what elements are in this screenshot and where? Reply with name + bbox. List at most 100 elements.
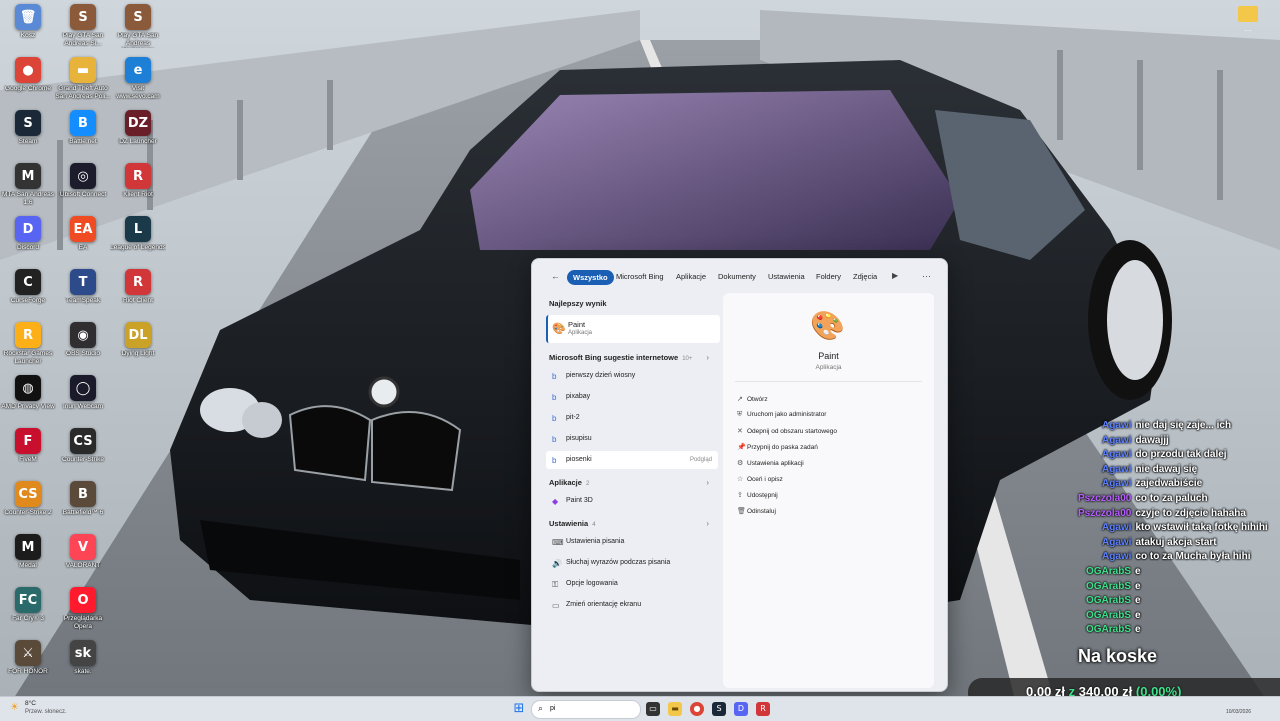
google-chrome-icon: ● xyxy=(15,57,41,83)
riot-client-icon[interactable]: R xyxy=(756,702,770,716)
tab-microsoft-bing[interactable]: Microsoft Bing xyxy=(616,272,664,281)
bing-suggestion-pierwszy-dzien-wiosny[interactable]: b pierwszy dzień wiosny xyxy=(546,367,718,385)
desktop-icon-play-gta-san-andreas-multiplayer[interactable]: S Play GTA San Andreas Multiplayer xyxy=(110,4,166,48)
desktop-icon-przegladarka-opera[interactable]: O Przeglądarka Opera xyxy=(55,587,111,630)
desktop-icon-obs-studio[interactable]: ◉ OBS Studio xyxy=(55,322,111,358)
tab-zdjecia[interactable]: Zdjęcia xyxy=(853,272,877,281)
tab-aplikacje[interactable]: Aplikacje xyxy=(676,272,706,281)
discord-icon[interactable]: D xyxy=(734,702,748,716)
kosz-icon: 🗑 xyxy=(15,4,41,30)
setting-result-zmien-orientacje-ekranu[interactable]: ▭ Zmień orientację ekranu xyxy=(546,596,718,614)
desktop-icon-fivem[interactable]: F FiveM xyxy=(0,428,56,464)
suggestion-label: pisupisu xyxy=(566,435,592,442)
clock-date[interactable]: 10/03/2026 xyxy=(1226,709,1251,715)
desktop-icon-google-chrome[interactable]: ● Google Chrome xyxy=(0,57,56,93)
action-przypnij-do-paska-zadan[interactable]: 📌Przypnij do paska zadań xyxy=(737,443,818,451)
more-tabs-icon[interactable]: ▶ xyxy=(892,271,898,280)
taskbar: ☀ 8°C Przew. słonecz. ⊞ ⌕ pi ▭ ▬ ● S D R… xyxy=(0,696,1280,721)
desktop-icon-mta-san-andreas-1-6[interactable]: M MTA San Andreas 1.6 xyxy=(0,163,56,206)
desktop-icon-visit-www-sevo-cam[interactable]: e Visit www.sevo.cam xyxy=(110,57,166,100)
tab-ustawienia[interactable]: Ustawienia xyxy=(768,272,805,281)
desktop-icon-dz-launcher[interactable]: DZ DZ Launcher xyxy=(110,110,166,146)
desktop-icon-ubisoft-connect[interactable]: ◎ Ubisoft Connect xyxy=(55,163,111,199)
bing-suggestion-pixabay[interactable]: b pixabay xyxy=(546,388,718,406)
folder-icon[interactable] xyxy=(1238,6,1258,22)
battle-net-icon: B xyxy=(70,110,96,136)
desktop-icon-skate[interactable]: sk skate. xyxy=(55,640,111,676)
chat-username: Agawi xyxy=(1102,536,1132,548)
taskbar-search-box[interactable]: ⌕ pi xyxy=(531,700,641,719)
desktop-icon-ea[interactable]: EA EA xyxy=(55,216,111,252)
setting-result-s-uchaj-wyrazow-podczas-pisania[interactable]: 🔊 Słuchaj wyrazów podczas pisania xyxy=(546,554,718,572)
best-match-paint[interactable]: 🎨 Paint Aplikacja xyxy=(546,315,720,343)
desktop-icon-label: Grand Theft Auto San Andreas Poli... xyxy=(55,85,111,100)
setting-result-ustawienia-pisania[interactable]: ⌨ Ustawienia pisania xyxy=(546,533,718,551)
desktop-icon-counter-strike[interactable]: CS Counter-Strike xyxy=(55,428,111,464)
desktop-icon-iriun-webcam[interactable]: ◯ Iriun Webcam xyxy=(55,375,111,411)
chat-text: czyje to zdjęcie hahaha xyxy=(1135,507,1246,519)
desktop-icon-medal[interactable]: M Medal xyxy=(0,534,56,570)
desktop-icon-battlefield-6[interactable]: B Battlefield™ 6 xyxy=(55,481,111,517)
chat-text: nie dawaj się xyxy=(1135,463,1198,475)
desktop-icon-rockstar-games-launcher[interactable]: R Rockstar Games Launcher xyxy=(0,322,56,365)
chat-message: OGArabS e xyxy=(1086,566,1141,580)
weather-widget[interactable]: ☀ 8°C Przew. słonecz. xyxy=(8,700,78,718)
action-ustawienia-aplikacji[interactable]: ⚙ Ustawienia aplikacji xyxy=(737,459,804,467)
chat-username: Pszczola00 xyxy=(1078,507,1132,519)
desktop-icon-klient-riot[interactable]: R Klient Riot xyxy=(110,163,166,199)
chat-username: OGArabS xyxy=(1086,624,1132,636)
valorant-icon: V xyxy=(70,534,96,560)
desktop-icon-battle-net[interactable]: B Battle.net xyxy=(55,110,111,146)
chat-text: co to za paluch xyxy=(1135,493,1208,504)
desktop-icon-league-of-legends[interactable]: L League of Legends xyxy=(110,216,166,252)
desktop-icon-kosz[interactable]: 🗑 Kosz xyxy=(0,4,56,40)
desktop-icon-for-honor[interactable]: ⚔ FOR HONOR xyxy=(0,640,56,676)
action-odepnij-od-obszaru-startowego[interactable]: ✕ Odepnij od obszaru startowego xyxy=(737,427,837,435)
action-ocen-i-opisz[interactable]: ☆ Oceń i opisz xyxy=(737,475,783,483)
bing-suggestion-pit-2[interactable]: b pit-2 xyxy=(546,409,718,427)
more-options-icon[interactable]: ··· xyxy=(922,271,931,281)
bing-suggestions-header[interactable]: Microsoft Bing sugestie internetowe 10+ › xyxy=(549,353,717,362)
desktop-icon-counter-strike-2[interactable]: CS Counter-Strike 2 xyxy=(0,481,56,517)
bing-suggestion-piosenki[interactable]: b piosenki Podgląd xyxy=(546,451,718,469)
desktop-icon-dying-light[interactable]: DL Dying Light xyxy=(110,322,166,358)
overflow-menu-icon[interactable]: ··· xyxy=(1244,26,1252,35)
bing-suggestion-pisupisu[interactable]: b pisupisu xyxy=(546,430,718,448)
desktop-icon-far-cry-3[interactable]: FC Far Cry® 3 xyxy=(0,587,56,623)
desktop-icon-riot-client[interactable]: R Riot Client xyxy=(110,269,166,305)
desktop-icon-teamspeak[interactable]: T TeamSpeak xyxy=(55,269,111,305)
back-arrow-icon[interactable]: ← xyxy=(551,271,560,281)
chat-message: Agawi atakuj akcja start xyxy=(1102,537,1217,551)
setting-label: Zmień orientację ekranu xyxy=(566,601,642,608)
desktop-icon-steam[interactable]: S Steam xyxy=(0,110,56,146)
tab-foldery[interactable]: Foldery xyxy=(816,272,841,281)
action-uruchom-jako-administrator[interactable]: ⛨ Uruchom jako administrator xyxy=(737,411,826,419)
settings-header[interactable]: Ustawienia 4 › xyxy=(549,519,717,528)
chrome-icon[interactable]: ● xyxy=(690,702,704,716)
preview-label[interactable]: Podgląd xyxy=(690,457,712,463)
desktop-icon-play-gta-san-andreas-si[interactable]: S Play GTA San Andreas Si... xyxy=(55,4,111,47)
desktop-icon-label: Far Cry® 3 xyxy=(12,615,44,622)
start-button[interactable]: ⊞ xyxy=(512,702,526,716)
tab-dokumenty[interactable]: Dokumenty xyxy=(718,272,756,281)
apps-header[interactable]: Aplikacje 2 › xyxy=(549,478,717,487)
steam-icon[interactable]: S xyxy=(712,702,726,716)
setting-result-opcje-logowania[interactable]: ⚿ Opcje logowania xyxy=(546,575,718,593)
desktop-icon-curseforge[interactable]: C CurseForge xyxy=(0,269,56,305)
task-view-icon[interactable]: ▭ xyxy=(646,702,660,716)
tab-wszystko[interactable]: Wszystko xyxy=(567,270,614,285)
desktop-icon-grand-theft-auto-san-andreas-poli[interactable]: ▬ Grand Theft Auto San Andreas Poli... xyxy=(55,57,111,100)
search-filter-tabs: ← Wszystko Microsoft Bing Aplikacje Doku… xyxy=(532,259,947,295)
file-explorer-icon[interactable]: ▬ xyxy=(668,702,682,716)
app-result-paint-3d[interactable]: ◆ Paint 3D xyxy=(546,492,718,510)
bing-count: 10+ xyxy=(682,356,693,362)
action-odinstaluj[interactable]: 🗑Odinstaluj xyxy=(737,507,776,515)
desktop-icon-valorant[interactable]: V VALORANT xyxy=(55,534,111,570)
desktop-icon-discord[interactable]: D Discord xyxy=(0,216,56,252)
desktop-icon-label: League of Legends xyxy=(110,244,166,251)
search-input[interactable]: pi xyxy=(550,705,555,712)
action-udostepnij[interactable]: ⇪ Udostępnij xyxy=(737,491,778,499)
action-otworz[interactable]: ↗ Otwórz xyxy=(737,395,768,403)
chat-text: kto wstawił taką fotkę hihihi xyxy=(1135,522,1268,534)
desktop-icon-amd-privacy-view[interactable]: ◍ AMD Privacy View xyxy=(0,375,56,411)
